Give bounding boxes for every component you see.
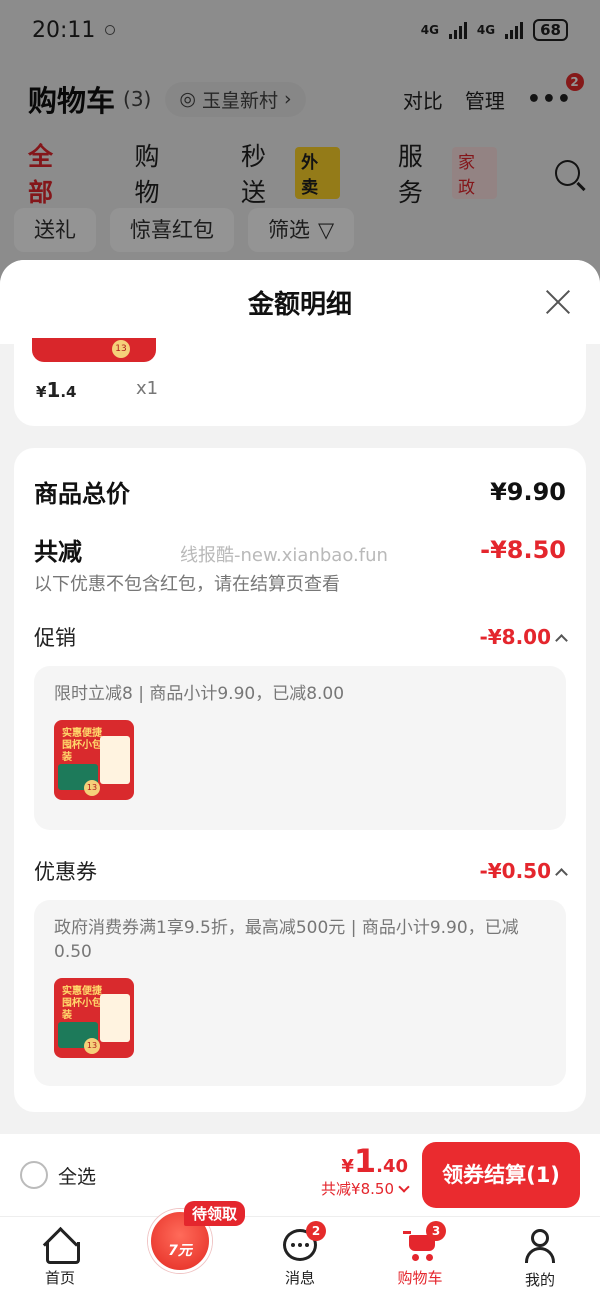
chevron-up-icon <box>555 633 568 647</box>
nav-cart-label: 购物车 <box>397 1269 443 1287</box>
chevron-down-icon <box>398 1180 410 1193</box>
coupon-value: -¥0.50 <box>479 859 551 883</box>
total-row: 商品总价 ¥9.90 <box>34 474 566 509</box>
promo-value-wrap: -¥8.00 <box>479 625 568 649</box>
nav-messages[interactable]: 2 消息 <box>240 1217 360 1300</box>
sheet-header: 金额明细 <box>0 260 600 344</box>
profile-icon <box>523 1229 557 1263</box>
product-thumbnail: 13 <box>32 338 156 362</box>
item-quantity: x1 <box>136 378 159 399</box>
thumb-panel <box>100 994 130 1042</box>
nav-home-label: 首页 <box>44 1269 75 1287</box>
total-currency: ¥ <box>341 1156 354 1177</box>
promo-detail-text: 限时立减8 | 商品小计9.90，已减8.00 <box>54 684 345 704</box>
select-all-checkbox[interactable] <box>20 1161 48 1189</box>
thumb-title: 实惠便捷 囤杯小包装 <box>62 986 102 1021</box>
promo-label: 促销 <box>34 626 76 650</box>
red-packet-amount: 7元 <box>168 1243 192 1259</box>
checkout-bar: 全选 ¥1.40 共减¥8.50 领券结算(1) <box>0 1134 600 1216</box>
total-int: 1 <box>353 1142 377 1180</box>
cart-badge: 3 <box>426 1221 446 1241</box>
coupon-detail-box: 政府消费券满1享9.5折，最高减500元 | 商品小计9.90，已减0.50 实… <box>34 900 566 1086</box>
item-price-int: 1 <box>46 378 61 402</box>
product-thumbnail-promo: 实惠便捷 囤杯小包装 13 <box>54 720 134 800</box>
item-price-dec: .4 <box>60 383 77 401</box>
coupon-row[interactable]: 优惠券 -¥0.50 <box>34 856 568 886</box>
thumb-panel <box>100 736 130 784</box>
coupon-label: 优惠券 <box>34 860 97 884</box>
total-dec: .40 <box>376 1156 408 1177</box>
chevron-up-icon <box>555 867 568 881</box>
reduce-value: -¥8.50 <box>480 535 566 564</box>
coupon-detail-text: 政府消费券满1享9.5折，最高减500元 | 商品小计9.90，已减0.50 <box>54 918 519 962</box>
item-price-symbol: ¥ <box>36 383 47 401</box>
coupon-value-wrap: -¥0.50 <box>479 859 568 883</box>
total-price: ¥1.40 <box>321 1142 408 1180</box>
nav-me[interactable]: 我的 <box>480 1217 600 1300</box>
item-price: ¥1.4 <box>36 378 77 402</box>
checkout-button[interactable]: 领券结算(1) <box>422 1142 580 1208</box>
checkout-total: ¥1.40 共减¥8.50 <box>321 1142 410 1199</box>
amount-detail-sheet: 金额明细 13 ¥1.4 x1 商品总价 ¥9.90 共减 -¥8.50 线报酷… <box>0 260 600 1134</box>
total-discount[interactable]: 共减¥8.50 <box>321 1178 410 1199</box>
thumb-badge: 13 <box>84 780 100 796</box>
bottom-nav: 首页 7元 待领取 2 消息 3 购物车 我的 <box>0 1201 600 1300</box>
reduce-label: 共减 <box>34 538 82 566</box>
total-label: 商品总价 <box>34 480 130 508</box>
select-all-label[interactable]: 全选 <box>58 1162 96 1189</box>
close-icon[interactable] <box>544 288 572 316</box>
watermark: 线报酷-new.xianbao.fun <box>180 545 388 566</box>
item-card: 13 ¥1.4 x1 <box>14 338 586 426</box>
promo-detail-box: 限时立减8 | 商品小计9.90，已减8.00 实惠便捷 囤杯小包装 13 <box>34 666 566 830</box>
thumb-title: 实惠便捷 囤杯小包装 <box>62 728 102 763</box>
total-discount-text: 共减¥8.50 <box>321 1180 394 1198</box>
nav-cart[interactable]: 3 购物车 <box>360 1217 480 1300</box>
thumb-badge: 13 <box>112 340 130 358</box>
messages-badge: 2 <box>306 1221 326 1241</box>
nav-messages-label: 消息 <box>284 1269 315 1287</box>
product-thumbnail-coupon: 实惠便捷 囤杯小包装 13 <box>54 978 134 1058</box>
total-value: ¥9.90 <box>490 477 566 506</box>
promo-row[interactable]: 促销 -¥8.00 <box>34 622 568 652</box>
promo-value: -¥8.00 <box>479 625 551 649</box>
discount-note: 以下优惠不包含红包，请在结算页查看 <box>34 574 340 595</box>
nav-home[interactable]: 首页 <box>0 1217 120 1300</box>
nav-red-packet[interactable]: 7元 待领取 <box>120 1201 246 1300</box>
home-icon <box>43 1229 80 1264</box>
sheet-title: 金额明细 <box>247 289 352 320</box>
price-detail-card: 商品总价 ¥9.90 共减 -¥8.50 线报酷-new.xianbao.fun… <box>14 448 586 1112</box>
nav-me-label: 我的 <box>524 1271 555 1289</box>
pending-claim-tag: 待领取 <box>184 1201 246 1226</box>
thumb-badge: 13 <box>84 1038 100 1054</box>
